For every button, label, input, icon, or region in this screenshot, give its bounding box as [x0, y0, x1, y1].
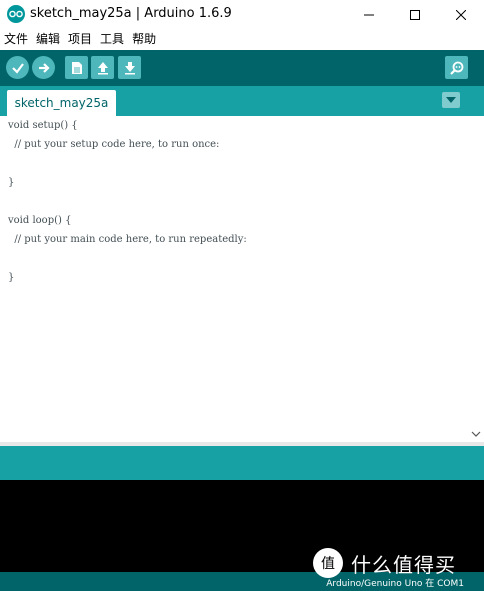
code-line: void loop() {: [8, 215, 72, 226]
code-line: void setup() {: [8, 120, 78, 131]
title-bar: sketch_may25a | Arduino 1.6.9: [0, 0, 484, 29]
save-icon: [124, 61, 135, 74]
tab-strip: sketch_may25a: [0, 86, 484, 116]
menu-help[interactable]: 帮助: [128, 29, 156, 50]
svg-text:值: 值: [321, 556, 335, 572]
menu-file[interactable]: 文件: [0, 29, 28, 50]
serial-monitor-button[interactable]: [445, 56, 468, 79]
new-icon: [71, 61, 82, 74]
arduino-logo-icon: [7, 5, 25, 23]
toolbar: [0, 50, 484, 86]
open-icon: [97, 61, 108, 74]
verify-button[interactable]: [6, 56, 29, 79]
code-line: }: [8, 272, 15, 283]
menu-sketch[interactable]: 项目: [64, 29, 92, 50]
watermark-text: 什么值得买: [351, 552, 456, 577]
menu-bar: 文件 编辑 项目 工具 帮助: [0, 29, 484, 50]
code-line: // put your main code here, to run repea…: [8, 234, 247, 245]
upload-icon: [38, 62, 50, 73]
code-editor[interactable]: void setup() { // put your setup code he…: [0, 116, 484, 442]
tab-menu-button[interactable]: [442, 92, 460, 108]
scroll-down-button[interactable]: [470, 428, 482, 440]
menu-tools[interactable]: 工具: [96, 29, 124, 50]
menu-edit[interactable]: 编辑: [32, 29, 60, 50]
verify-icon: [11, 62, 24, 74]
code-line: }: [8, 177, 15, 188]
code-line: // put your setup code here, to run once…: [8, 139, 220, 150]
watermark-logo-icon: 值: [313, 548, 343, 578]
window-title: sketch_may25a | Arduino 1.6.9: [30, 6, 232, 21]
maximize-button[interactable]: [392, 0, 438, 29]
open-button[interactable]: [91, 56, 114, 79]
chevron-down-icon: [446, 97, 456, 103]
new-sketch-button[interactable]: [65, 56, 88, 79]
serial-monitor-icon: [449, 61, 463, 75]
status-bar: [0, 446, 484, 480]
watermark: 值 什么值得买: [313, 548, 478, 578]
close-button[interactable]: [438, 0, 484, 29]
minimize-button[interactable]: [346, 0, 392, 29]
tab-sketch[interactable]: sketch_may25a: [7, 90, 116, 116]
chevron-down-icon: [471, 431, 481, 437]
upload-button[interactable]: [32, 56, 55, 79]
save-button[interactable]: [118, 56, 141, 79]
